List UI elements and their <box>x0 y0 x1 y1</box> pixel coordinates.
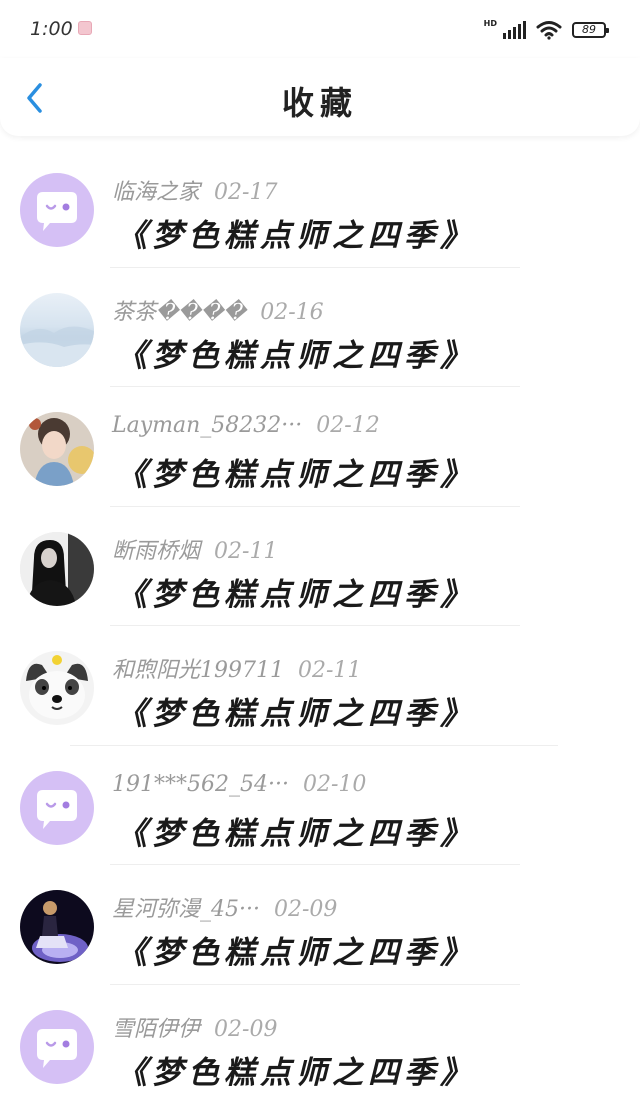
list-item[interactable]: 断雨桥烟 02-11 《梦色糕点师之四季》 <box>0 507 640 626</box>
username: 临海之家 <box>112 180 201 205</box>
item-meta: 雪陌伊伊 02-09 <box>112 1011 277 1043</box>
battery-icon: 89 <box>572 22 609 38</box>
list-item[interactable]: 雪陌伊伊 02-09 《梦色糕点师之四季》 <box>0 985 640 1105</box>
landscape-avatar <box>20 292 94 367</box>
page-title: 收藏 <box>281 84 358 122</box>
date: 02-17 <box>214 180 278 205</box>
favorites-list: 临海之家 02-17 《梦色糕点师之四季》 茶茶���� 02-16 《梦色糕点师之… <box>0 148 640 1104</box>
night-figure-avatar <box>20 890 94 964</box>
date: 02-11 <box>214 538 278 564</box>
list-item[interactable]: 茶茶���� 02-16 《梦色糕点师之四季》 <box>0 268 640 387</box>
item-title: 《梦色糕点师之四季》 <box>116 935 476 971</box>
item-meta: 临海之家 02-17 <box>112 174 277 206</box>
girl-photo-avatar <box>20 531 94 606</box>
notification-icon <box>78 21 92 35</box>
username: Layman_58232··· <box>112 413 303 438</box>
item-title: 《梦色糕点师之四季》 <box>116 696 476 732</box>
nav-bar: 收藏 <box>0 58 640 136</box>
username: 和煦阳光199711 <box>112 658 284 683</box>
wifi-icon <box>536 21 562 40</box>
default-avatar-icon <box>20 1009 94 1084</box>
item-meta: Layman_58232··· 02-12 <box>112 413 380 438</box>
list-item[interactable]: 星河弥漫_45··· 02-09 《梦色糕点师之四季》 <box>0 865 640 985</box>
list-item[interactable]: 191***562_54··· 02-10 《梦色糕点师之四季》 <box>0 746 640 865</box>
date: 02-10 <box>302 771 367 797</box>
item-meta: 茶茶���� 02-16 <box>112 294 324 326</box>
item-title: 《梦色糕点师之四季》 <box>116 576 476 613</box>
list-item[interactable]: Layman_58232··· 02-12 《梦色糕点师之四季》 <box>0 387 640 507</box>
username: 星河弥漫_45··· <box>112 897 260 922</box>
dog-avatar <box>20 651 94 725</box>
username: 断雨桥烟 <box>112 538 201 564</box>
date: 02-11 <box>297 658 362 683</box>
status-bar: 1:00 HD 89 <box>0 0 640 58</box>
item-meta: 和煦阳光199711 02-11 <box>112 652 361 684</box>
date: 02-12 <box>316 413 380 438</box>
username: 茶茶���� <box>112 299 247 325</box>
item-title: 《梦色糕点师之四季》 <box>116 218 476 254</box>
status-icons: HD 89 <box>483 18 609 42</box>
item-title: 《梦色糕点师之四季》 <box>116 1054 476 1091</box>
default-avatar-icon <box>20 173 94 247</box>
username: 191***562_54··· <box>112 771 289 797</box>
item-meta: 191***562_54··· 02-10 <box>112 772 366 797</box>
default-avatar-icon <box>20 770 94 845</box>
anime-girl-avatar <box>20 412 94 486</box>
list-item[interactable]: 临海之家 02-17 《梦色糕点师之四季》 <box>0 148 640 268</box>
date: 02-09 <box>273 897 338 922</box>
item-meta: 星河弥漫_45··· 02-09 <box>112 891 337 923</box>
username: 雪陌伊伊 <box>112 1016 201 1042</box>
item-meta: 断雨桥烟 02-11 <box>112 533 277 565</box>
item-title: 《梦色糕点师之四季》 <box>116 815 476 852</box>
date: 02-09 <box>214 1016 278 1042</box>
list-item[interactable]: 和煦阳光199711 02-11 《梦色糕点师之四季》 <box>0 626 640 746</box>
date: 02-16 <box>260 299 324 325</box>
signal-icon <box>503 21 526 39</box>
item-title: 《梦色糕点师之四季》 <box>116 457 476 493</box>
status-time: 1:00 <box>30 18 73 40</box>
item-title: 《梦色糕点师之四季》 <box>116 337 476 374</box>
network-type: HD <box>483 18 497 28</box>
